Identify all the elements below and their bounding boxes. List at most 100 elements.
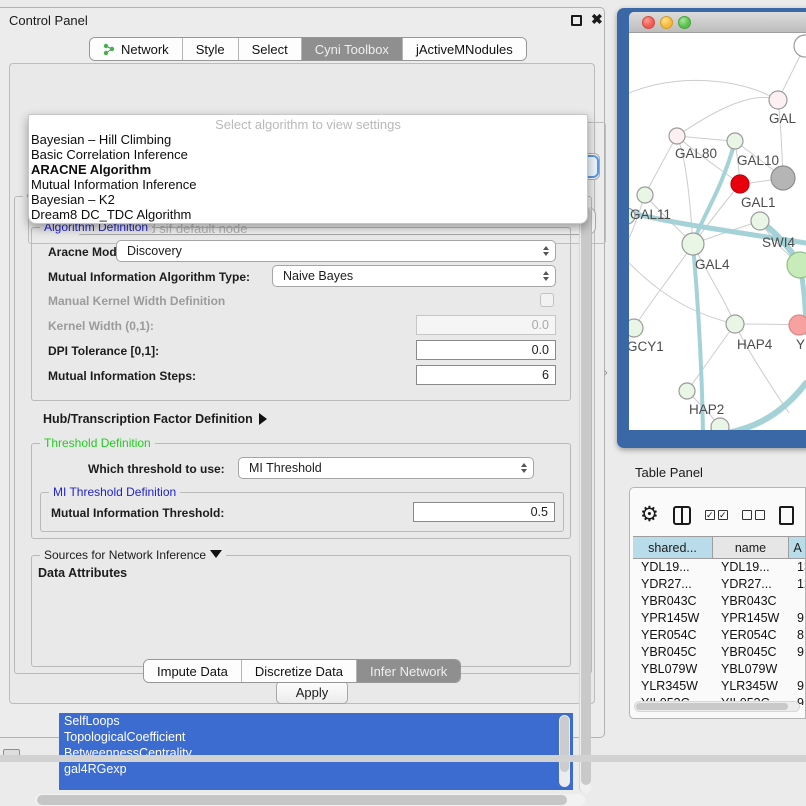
table-row[interactable]: YER054CYER054C8. — [633, 627, 806, 644]
manual-kernel-width-checkbox[interactable] — [540, 293, 554, 307]
algorithm-option-bayesian-hill-climbing[interactable]: Bayesian – Hill Climbing — [29, 132, 587, 147]
export-table-icon[interactable] — [779, 506, 794, 525]
apply-button[interactable]: Apply — [276, 681, 348, 704]
scrollbar-thumb[interactable] — [581, 207, 591, 785]
node-partial-bottom[interactable] — [711, 418, 729, 430]
mi-steps-field[interactable]: 6 — [416, 365, 556, 385]
tab-select[interactable]: Select — [239, 38, 302, 60]
which-threshold-label: Which threshold to use: — [88, 462, 225, 476]
cell — [789, 593, 806, 610]
node-table: shared... name A YDL19...YDL19...13 YDR2… — [633, 536, 806, 705]
cyni-algorithm-settings-group: Cyni Algorithm Settings Algorithm Defini… — [14, 196, 592, 674]
node-gal1-red[interactable] — [731, 175, 749, 193]
cell: YLR345W — [633, 678, 713, 695]
mi-threshold-label: Mutual Information Threshold: — [51, 506, 224, 520]
cell: YBR045C — [713, 644, 789, 661]
tab-impute-data[interactable]: Impute Data — [144, 660, 242, 682]
algorithm-option-bayesian-k2[interactable]: Bayesian – K2 — [29, 192, 587, 207]
network-window-titlebar[interactable] — [629, 12, 806, 33]
settings-vertical-scrollbar[interactable] — [579, 205, 591, 793]
tab-jactivemnodules[interactable]: jActiveMNodules — [403, 38, 526, 60]
mi-threshold-field[interactable]: 0.5 — [413, 502, 555, 522]
tab-select-label: Select — [252, 42, 288, 57]
mac-minimize-icon[interactable] — [660, 16, 673, 29]
which-threshold-combo[interactable]: MI Threshold — [238, 457, 534, 479]
column-header-shared-name[interactable]: shared... — [633, 537, 713, 558]
network-canvas[interactable]: GAL GAL80 GAL10 GAL1 GAL11 SWI4 GAL4 GCY… — [629, 33, 806, 430]
table-row[interactable]: YPR145WYPR145W9. — [633, 610, 806, 627]
table-row[interactable]: YDR27...YDR27...12 — [633, 576, 806, 593]
mac-zoom-icon[interactable] — [678, 16, 691, 29]
scrollbar-thumb[interactable] — [560, 716, 569, 772]
algorithm-option-mutual-information[interactable]: Mutual Information Inference — [29, 177, 587, 192]
mi-algorithm-type-combo[interactable]: Naive Bayes — [272, 265, 556, 287]
split-columns-icon[interactable] — [673, 506, 691, 525]
kernel-width-field[interactable]: 0.0 — [416, 315, 556, 335]
column-header-name[interactable]: name — [713, 537, 789, 558]
aracne-mode-value: Discovery — [127, 244, 543, 258]
attribute-list-scrollbar[interactable] — [559, 715, 570, 787]
settings-horizontal-scrollbar[interactable] — [35, 794, 585, 806]
node-gal10[interactable] — [727, 133, 743, 149]
tab-discretize-data[interactable]: Discretize Data — [242, 660, 357, 682]
node-gcy1[interactable] — [629, 319, 643, 337]
table-row[interactable]: YLR345WYLR345W9. — [633, 678, 806, 695]
sources-title[interactable]: Sources for Network Inference — [40, 548, 226, 562]
node-swi4[interactable] — [751, 212, 769, 230]
algorithm-option-aracne[interactable]: ARACNE Algorithm — [29, 162, 587, 177]
attribute-selfloops[interactable]: SelfLoops — [59, 713, 573, 729]
close-panel-icon[interactable]: ✖ — [591, 11, 603, 28]
table-horizontal-scrollbar[interactable] — [634, 701, 800, 712]
attribute-topologicalcoefficient[interactable]: TopologicalCoefficient — [59, 729, 573, 745]
tab-style[interactable]: Style — [183, 38, 239, 60]
node-hap2[interactable] — [679, 383, 695, 399]
threshold-definition-title: Threshold Definition — [40, 436, 155, 450]
gear-icon[interactable]: ⚙ — [640, 505, 659, 525]
node-partial-top[interactable] — [794, 35, 806, 57]
dpi-tolerance-field[interactable]: 0.0 — [416, 340, 556, 360]
tab-impute-data-label: Impute Data — [157, 664, 228, 679]
label-y-partial: Y — [796, 337, 805, 352]
tab-style-label: Style — [196, 42, 225, 57]
control-panel-title: Control Panel — [9, 13, 88, 28]
float-panel-icon[interactable] — [571, 15, 582, 26]
data-attributes-list: SelfLoops TopologicalCoefficient Between… — [59, 713, 573, 790]
label-hap4: HAP4 — [737, 337, 773, 352]
tab-discretize-data-label: Discretize Data — [255, 664, 343, 679]
table-row[interactable]: YDL19...YDL19...13 — [633, 559, 806, 576]
cyni-toolbox-panel: gal-filtered sif default node Select alg… — [9, 63, 595, 704]
tab-infer-network[interactable]: Infer Network — [357, 660, 460, 682]
cell: 9. — [789, 610, 806, 627]
hub-definition-toggle[interactable]: Hub/Transcription Factor Definition — [43, 412, 267, 426]
cell: YER054C — [633, 627, 713, 644]
tab-network[interactable]: Network — [90, 38, 183, 60]
table-row[interactable]: YBR043CYBR043C — [633, 593, 806, 610]
node-gal4[interactable] — [682, 233, 704, 255]
select-all-icon[interactable]: ✓✓ — [705, 510, 728, 520]
node-gal80[interactable] — [669, 128, 685, 144]
stepper-icon — [521, 463, 527, 473]
column-header-partial[interactable]: A — [789, 537, 806, 558]
panel-collapse-handle[interactable]: › — [604, 367, 608, 379]
node-salmon[interactable] — [789, 315, 806, 335]
tab-cyni-toolbox[interactable]: Cyni Toolbox — [302, 38, 403, 60]
deselect-all-icon[interactable] — [742, 510, 765, 520]
label-swi4: SWI4 — [762, 235, 795, 250]
algorithm-option-basic-correlation[interactable]: Basic Correlation Inference — [29, 147, 587, 162]
table-toolbar: ⚙ ✓✓ — [640, 498, 806, 532]
node-gal[interactable] — [769, 91, 787, 109]
table-row[interactable]: YBL079WYBL079W — [633, 661, 806, 678]
node-hap4[interactable] — [726, 315, 744, 333]
attribute-gal4rgexp[interactable]: gal4RGexp — [59, 761, 573, 777]
scrollbar-thumb[interactable] — [636, 703, 788, 710]
algorithm-option-dream8[interactable]: Dream8 DC_TDC Algorithm — [29, 207, 587, 222]
cell: 8. — [789, 627, 806, 644]
mac-close-icon[interactable] — [642, 16, 655, 29]
table-row[interactable]: YBR045CYBR045C9. — [633, 644, 806, 661]
node-gal11[interactable] — [637, 187, 653, 203]
table-panel-window: ⚙ ✓✓ shared... name A YDL19...YDL19...13… — [629, 487, 806, 719]
scrollbar-thumb[interactable] — [37, 795, 567, 805]
aracne-mode-combo[interactable]: Discovery — [116, 240, 556, 262]
unchecked-box-icon — [742, 510, 752, 520]
node-gray[interactable] — [771, 166, 795, 190]
